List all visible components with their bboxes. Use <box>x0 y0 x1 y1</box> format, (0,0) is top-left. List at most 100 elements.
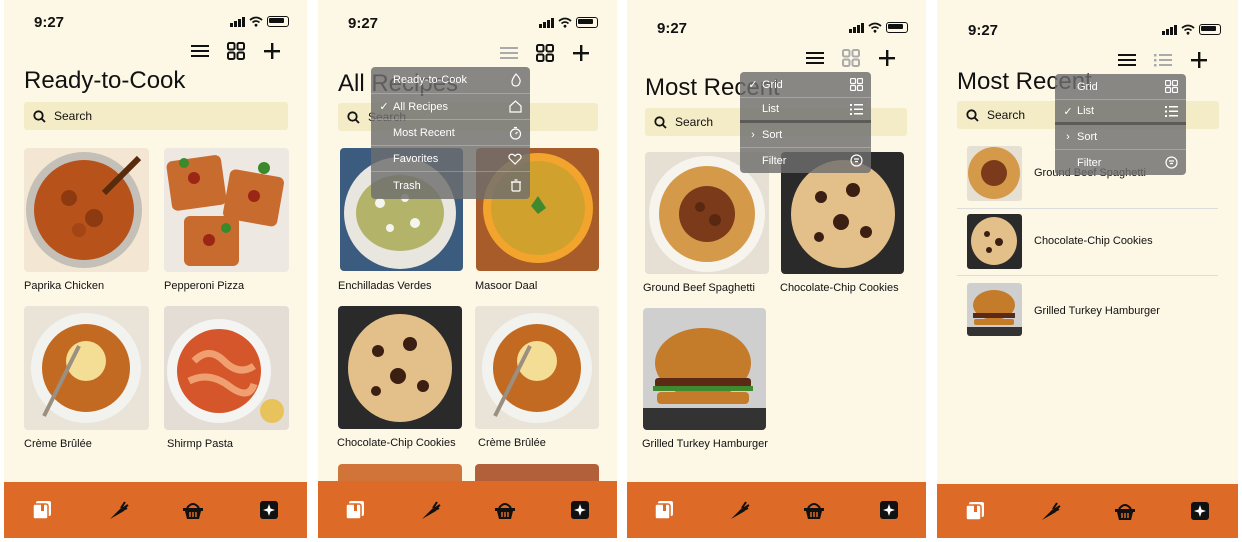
sparkle-icon[interactable] <box>877 498 901 522</box>
list-item[interactable]: Grilled Turkey Hamburger <box>957 275 1218 343</box>
screen-most-recent-grid: 9:27 Most Recent Search Ground Beef Spag… <box>627 0 926 538</box>
menu-item-most-recent[interactable]: Most Recent <box>371 120 530 146</box>
filter-icon <box>1165 156 1178 169</box>
recipe-label: Grilled Turkey Hamburger <box>642 438 768 450</box>
recipe-label: Crème Brûlée <box>24 438 92 450</box>
menu-item-grid[interactable]: Grid <box>1055 74 1186 100</box>
wifi-icon <box>249 16 263 27</box>
menu-item-label: Filter <box>762 154 787 167</box>
recipe-label: Chocolate-Chip Cookies <box>337 437 456 449</box>
list-icon <box>850 103 863 115</box>
recipe-image-paprika-chicken[interactable] <box>24 148 149 272</box>
menu-item-trash[interactable]: Trash <box>371 172 530 199</box>
menu-item-label: Favorites <box>393 152 439 165</box>
menu-item-sort[interactable]: › Sort <box>740 123 871 148</box>
signal-icon <box>230 16 245 27</box>
grid-view-icon[interactable] <box>841 48 861 68</box>
grid-view-icon[interactable] <box>535 43 555 63</box>
recipe-label: Chocolate-Chip Cookies <box>1034 235 1153 247</box>
status-time: 9:27 <box>348 15 379 32</box>
recipe-thumb-ground-beef-spaghetti <box>967 146 1022 201</box>
check-icon: ✓ <box>1063 105 1073 118</box>
recipe-image-creme-brulee[interactable] <box>475 306 599 429</box>
check-icon: ✓ <box>748 79 758 91</box>
basket-icon[interactable] <box>802 498 826 522</box>
menu-item-filter[interactable]: Filter <box>740 148 871 173</box>
recipe-image-pepperoni-pizza[interactable] <box>164 148 289 272</box>
carrot-icon[interactable] <box>1038 499 1062 523</box>
menu-icon[interactable] <box>805 48 825 68</box>
signal-icon <box>849 22 864 33</box>
recipe-label: Crème Brûlée <box>478 437 546 449</box>
status-time: 9:27 <box>968 22 999 39</box>
search-icon <box>654 115 667 129</box>
chevron-right-icon: › <box>1066 131 1070 143</box>
bottom-nav <box>318 481 617 538</box>
search-placeholder: Search <box>675 115 714 129</box>
add-icon[interactable] <box>1189 50 1209 70</box>
search-icon <box>33 109 46 123</box>
recipe-book-icon[interactable] <box>30 498 54 522</box>
menu-item-ready-to-cook[interactable]: Ready-to-Cook <box>371 67 530 94</box>
recipe-image-creme-brulee[interactable] <box>24 306 149 430</box>
flame-icon <box>511 73 521 87</box>
menu-item-favorites[interactable]: Favorites <box>371 146 530 172</box>
add-icon[interactable] <box>877 48 897 68</box>
signal-icon <box>1162 24 1177 35</box>
menu-item-list[interactable]: ✓ List <box>1055 100 1186 125</box>
menu-item-grid[interactable]: ✓ Grid <box>740 72 871 98</box>
view-options-menu: Grid ✓ List › Sort Filter <box>1055 74 1186 175</box>
check-icon: ✓ <box>379 101 389 113</box>
recipe-book-icon[interactable] <box>963 499 987 523</box>
bottom-nav <box>937 484 1238 538</box>
wifi-icon <box>1181 24 1195 35</box>
grid-view-icon[interactable] <box>226 41 246 61</box>
menu-item-label: Grid <box>762 78 783 91</box>
basket-icon[interactable] <box>493 498 517 522</box>
menu-item-label: List <box>762 103 780 115</box>
recipe-label: Enchilladas Verdes <box>338 280 432 292</box>
status-icons <box>230 16 289 27</box>
carrot-icon[interactable] <box>106 498 130 522</box>
status-icons <box>539 17 598 28</box>
recipes-filter-menu: Ready-to-Cook ✓ All Recipes Most Recent F… <box>371 67 530 199</box>
search-icon <box>347 110 360 124</box>
add-icon[interactable] <box>262 41 282 61</box>
recipe-image-chocolate-chip-cookies[interactable] <box>338 306 462 429</box>
recipe-image-shrimp-pasta[interactable] <box>164 306 289 430</box>
status-icons <box>849 22 908 33</box>
menu-item-all-recipes[interactable]: ✓ All Recipes <box>371 94 530 120</box>
carrot-icon[interactable] <box>418 498 442 522</box>
carrot-icon[interactable] <box>727 498 751 522</box>
heart-icon <box>508 153 522 165</box>
search-placeholder: Search <box>987 108 1026 122</box>
battery-icon <box>1199 24 1221 35</box>
sparkle-icon[interactable] <box>257 498 281 522</box>
status-time: 9:27 <box>34 14 65 31</box>
search-icon <box>966 108 979 122</box>
recipe-image-grilled-turkey-hamburger[interactable] <box>643 308 766 430</box>
menu-icon[interactable] <box>499 43 519 63</box>
signal-icon <box>539 17 554 28</box>
list-icon <box>1165 105 1178 117</box>
menu-item-label: Sort <box>762 129 783 141</box>
menu-item-filter[interactable]: Filter <box>1055 150 1186 175</box>
list-view-icon[interactable] <box>1153 50 1173 70</box>
sparkle-icon[interactable] <box>1188 499 1212 523</box>
basket-icon[interactable] <box>1113 499 1137 523</box>
basket-icon[interactable] <box>181 498 205 522</box>
battery-icon <box>576 17 598 28</box>
battery-icon <box>267 16 289 27</box>
menu-item-list[interactable]: List <box>740 98 871 123</box>
search-input[interactable]: Search <box>24 102 288 130</box>
add-icon[interactable] <box>571 43 591 63</box>
menu-icon[interactable] <box>1117 50 1137 70</box>
search-placeholder: Search <box>54 109 93 123</box>
list-item[interactable]: Chocolate-Chip Cookies <box>957 208 1218 276</box>
menu-icon[interactable] <box>190 41 210 61</box>
sparkle-icon[interactable] <box>568 498 592 522</box>
recipe-book-icon[interactable] <box>343 498 367 522</box>
status-time: 9:27 <box>657 20 688 37</box>
menu-item-sort[interactable]: › Sort <box>1055 125 1186 150</box>
recipe-book-icon[interactable] <box>652 498 676 522</box>
